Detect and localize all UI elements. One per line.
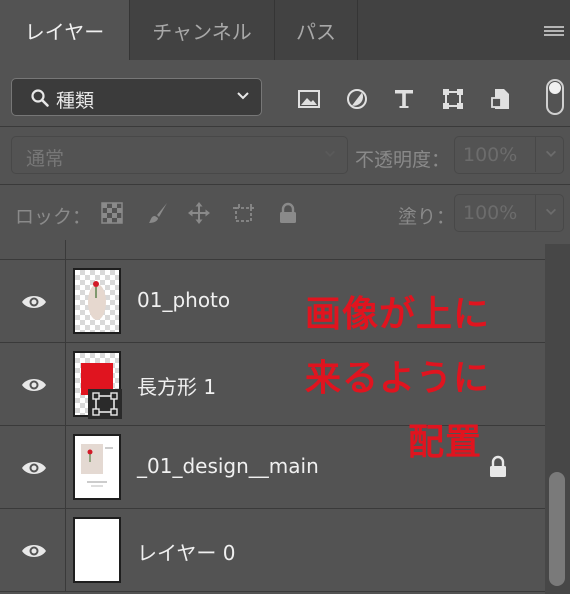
chevron-down-icon bbox=[237, 92, 249, 100]
lock-position-icon[interactable] bbox=[187, 201, 211, 225]
layer-name: _01_design__main bbox=[137, 454, 319, 478]
filter-toggle-switch[interactable] bbox=[546, 79, 564, 115]
lock-icon[interactable] bbox=[487, 455, 509, 479]
opacity-value: 100% bbox=[463, 144, 518, 166]
eye-icon bbox=[22, 296, 46, 308]
tab-channels-label: チャンネル bbox=[152, 19, 252, 44]
eye-icon bbox=[22, 545, 46, 557]
layer-thumbnail bbox=[73, 434, 121, 500]
layer-name: レイヤー 0 bbox=[137, 541, 236, 565]
image-filter-icon[interactable] bbox=[297, 87, 321, 111]
layer-name: 長方形 1 bbox=[137, 375, 217, 399]
layer-row-layer-0[interactable]: レイヤー 0 bbox=[0, 509, 545, 592]
lock-image-pixels-icon[interactable] bbox=[146, 201, 170, 225]
lock-label: ロック： bbox=[15, 206, 92, 228]
blend-mode-select[interactable]: 通常 bbox=[11, 136, 348, 174]
annotation-line-1: 画像が上に bbox=[305, 294, 491, 335]
shape-filter-icon[interactable] bbox=[441, 87, 465, 111]
lock-all-icon[interactable] bbox=[276, 201, 300, 225]
chevron-down-icon bbox=[325, 150, 335, 157]
tab-layers-label: レイヤー bbox=[24, 19, 105, 44]
tab-paths[interactable]: パス bbox=[275, 0, 357, 60]
visibility-toggle[interactable] bbox=[0, 343, 66, 425]
eye-icon bbox=[22, 379, 46, 391]
search-icon bbox=[31, 89, 49, 107]
scrollbar-thumb[interactable] bbox=[549, 472, 565, 586]
layer-thumbnail bbox=[73, 517, 121, 583]
fill-value: 100% bbox=[463, 202, 518, 224]
type-filter-icon[interactable] bbox=[392, 87, 416, 111]
smart-object-filter-icon[interactable] bbox=[489, 87, 513, 111]
annotation-line-3: 配置 bbox=[408, 422, 483, 463]
shape-layer-badge-icon bbox=[88, 389, 122, 419]
eye-icon bbox=[22, 462, 46, 474]
panel-tab-bar: レイヤー チャンネル パス bbox=[0, 0, 570, 60]
tab-layers[interactable]: レイヤー bbox=[0, 0, 129, 60]
layer-thumbnail bbox=[73, 268, 121, 334]
visibility-toggle[interactable] bbox=[0, 509, 66, 591]
panel-menu-icon[interactable] bbox=[544, 26, 564, 38]
visibility-toggle[interactable] bbox=[0, 260, 66, 342]
tab-paths-label: パス bbox=[296, 19, 336, 44]
visibility-toggle[interactable] bbox=[0, 426, 66, 508]
opacity-label: 不透明度： bbox=[355, 149, 451, 171]
fill-field[interactable]: 100% bbox=[454, 194, 564, 232]
adjustment-filter-icon[interactable] bbox=[345, 87, 369, 111]
tab-channels[interactable]: チャンネル bbox=[130, 0, 274, 60]
chevron-down-icon bbox=[546, 150, 556, 157]
list-top-spacer bbox=[0, 240, 545, 260]
filter-kind-label: 種類 bbox=[56, 90, 95, 112]
blend-mode-value: 通常 bbox=[26, 148, 65, 170]
annotation-line-2: 来るように bbox=[305, 358, 491, 399]
opacity-field[interactable]: 100% bbox=[454, 136, 564, 174]
lock-transparent-pixels-icon[interactable] bbox=[100, 201, 124, 225]
lock-artboard-icon[interactable] bbox=[231, 201, 255, 225]
layer-filter-select[interactable]: 種類 bbox=[11, 78, 262, 116]
fill-label: 塗り： bbox=[398, 206, 456, 228]
chevron-down-icon bbox=[546, 208, 556, 215]
layer-name: 01_photo bbox=[137, 288, 231, 312]
